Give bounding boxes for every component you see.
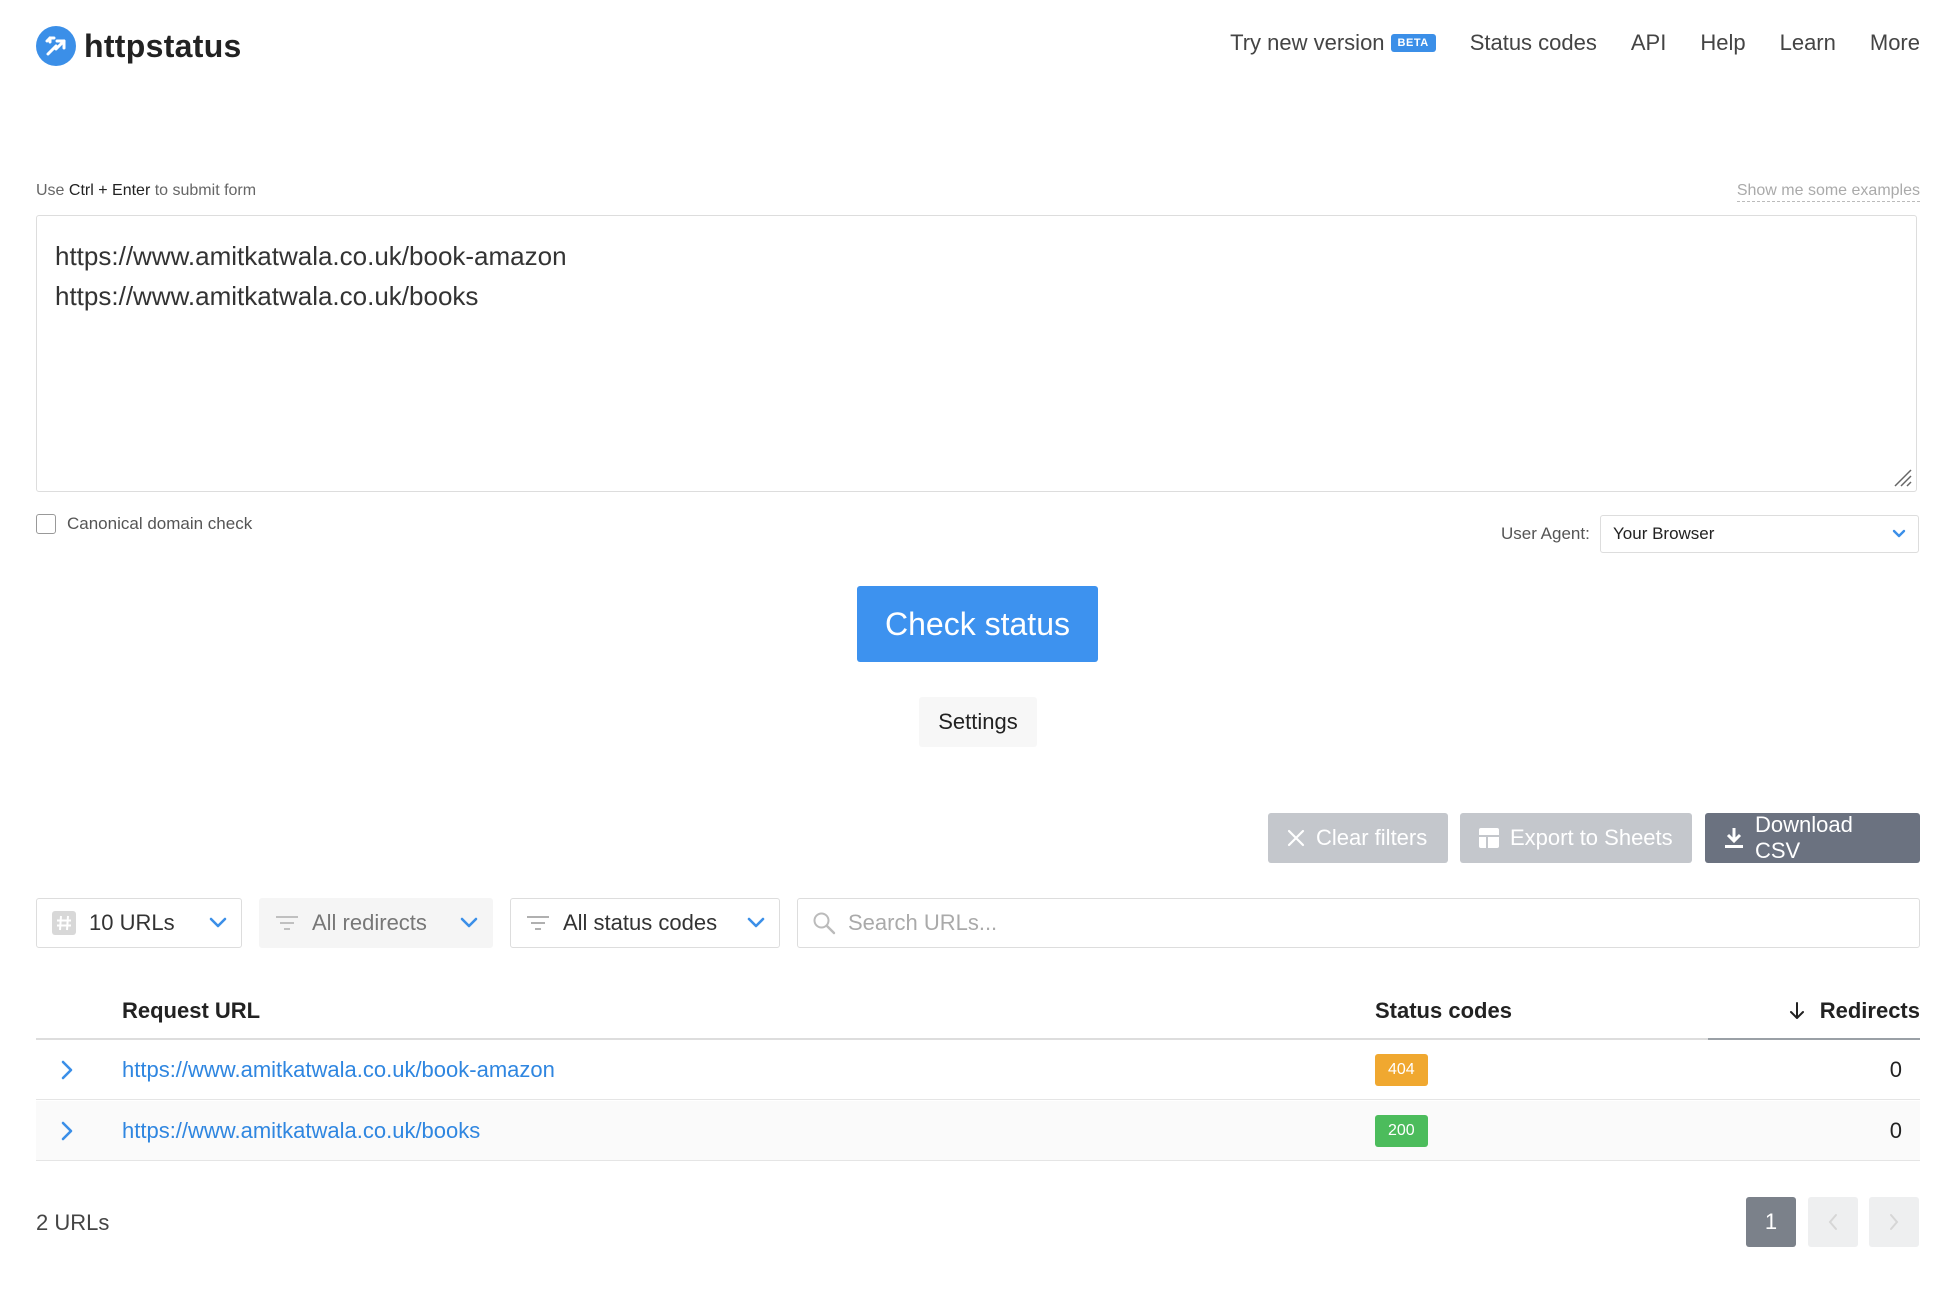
search-icon	[812, 911, 836, 935]
filter-icon	[525, 913, 551, 933]
download-csv-label: Download CSV	[1755, 812, 1853, 863]
table-row[interactable]: https://www.amitkatwala.co.uk/book-amazo…	[36, 1040, 1920, 1100]
download-csv-button[interactable]: Download CSV	[1705, 812, 1920, 863]
sheets-icon	[1478, 827, 1500, 849]
nav-more[interactable]: More	[1870, 30, 1920, 56]
user-agent-label: User Agent:	[1501, 524, 1590, 543]
logo-text: httpstatus	[84, 27, 242, 64]
column-header-redirects-label: Redirects	[1819, 998, 1920, 1023]
beta-badge: BETA	[1390, 34, 1436, 52]
export-sheets-label: Export to Sheets	[1510, 825, 1673, 850]
status-badge: 404	[1375, 1054, 1428, 1086]
clear-filters-label: Clear filters	[1316, 825, 1428, 850]
table-row[interactable]: https://www.amitkatwala.co.uk/books 200 …	[36, 1101, 1920, 1161]
prev-page-button[interactable]	[1808, 1197, 1858, 1247]
chevron-down-icon	[747, 917, 765, 929]
canonical-check[interactable]: Canonical domain check	[36, 514, 252, 534]
column-header-status-codes[interactable]: Status codes	[1375, 998, 1512, 1024]
chevron-down-icon	[460, 917, 478, 929]
canonical-label: Canonical domain check	[67, 514, 253, 533]
close-icon	[1286, 828, 1306, 848]
nav-try-new-label: Try new version	[1230, 30, 1385, 55]
show-examples-link[interactable]: Show me some examples	[1736, 182, 1920, 202]
search-urls-input[interactable]: Search URLs...	[797, 898, 1920, 948]
submit-hint: Use Ctrl + Enter to submit form	[36, 182, 256, 200]
filter-icon	[274, 913, 300, 933]
canonical-checkbox[interactable]	[36, 514, 56, 534]
nav-api[interactable]: API	[1631, 30, 1666, 56]
sort-down-arrow-icon	[1789, 1002, 1804, 1019]
hint-suffix: to submit form	[154, 182, 257, 199]
url-count: 2 URLs	[36, 1210, 110, 1235]
redirects-filter[interactable]: All redirects	[259, 898, 493, 948]
redirects-count: 0	[1889, 1118, 1902, 1143]
page-button-current[interactable]: 1	[1746, 1197, 1796, 1247]
search-placeholder: Search URLs...	[848, 910, 998, 935]
resize-handle-icon[interactable]	[1890, 465, 1912, 487]
settings-button[interactable]: Settings	[919, 697, 1037, 747]
hint-prefix: Use	[36, 182, 65, 199]
request-url-link[interactable]: https://www.amitkatwala.co.uk/books	[122, 1118, 480, 1144]
status-badge: 200	[1375, 1115, 1428, 1147]
chevron-right-icon	[1890, 1214, 1899, 1230]
export-sheets-button[interactable]: Export to Sheets	[1460, 813, 1692, 863]
redirects-filter-value: All redirects	[312, 910, 427, 935]
logo-arrows-icon	[36, 26, 76, 66]
chevron-right-icon[interactable]	[60, 1059, 74, 1081]
status-codes-filter-value: All status codes	[563, 910, 718, 935]
chevron-down-icon	[209, 917, 227, 929]
nav-help[interactable]: Help	[1700, 30, 1745, 56]
clear-filters-button[interactable]: Clear filters	[1268, 813, 1448, 863]
urls-per-page-select[interactable]: 10 URLs	[36, 898, 242, 948]
url-line: https://www.amitkatwala.co.uk/book-amazo…	[55, 241, 567, 271]
user-agent-select[interactable]: Your Browser	[1600, 515, 1919, 553]
request-url-link[interactable]: https://www.amitkatwala.co.uk/book-amazo…	[122, 1057, 555, 1083]
nav-try-new-version[interactable]: Try new version BETA	[1230, 30, 1436, 56]
hint-keys: Ctrl + Enter	[68, 182, 151, 199]
chevron-right-icon[interactable]	[60, 1120, 74, 1142]
column-header-redirects[interactable]: Redirects	[1788, 998, 1920, 1024]
url-line: https://www.amitkatwala.co.uk/books	[55, 281, 479, 311]
check-status-button[interactable]: Check status	[857, 586, 1098, 662]
status-codes-filter[interactable]: All status codes	[510, 898, 780, 948]
nav-learn[interactable]: Learn	[1780, 30, 1836, 56]
main-nav: Try new version BETA Status codes API He…	[1230, 30, 1920, 56]
urls-textarea[interactable]: https://www.amitkatwala.co.uk/book-amazo…	[36, 215, 1917, 492]
column-header-request-url[interactable]: Request URL	[122, 998, 260, 1024]
next-page-button[interactable]	[1869, 1197, 1919, 1247]
user-agent-value: Your Browser	[1613, 524, 1715, 543]
chevron-down-icon	[1892, 529, 1906, 538]
redirects-count: 0	[1889, 1057, 1902, 1082]
urls-per-page-value: 10 URLs	[89, 910, 175, 935]
chevron-left-icon	[1828, 1214, 1837, 1230]
download-icon	[1723, 826, 1745, 850]
hash-icon	[51, 910, 77, 936]
logo[interactable]: httpstatus	[36, 26, 242, 66]
nav-status-codes[interactable]: Status codes	[1470, 30, 1597, 56]
